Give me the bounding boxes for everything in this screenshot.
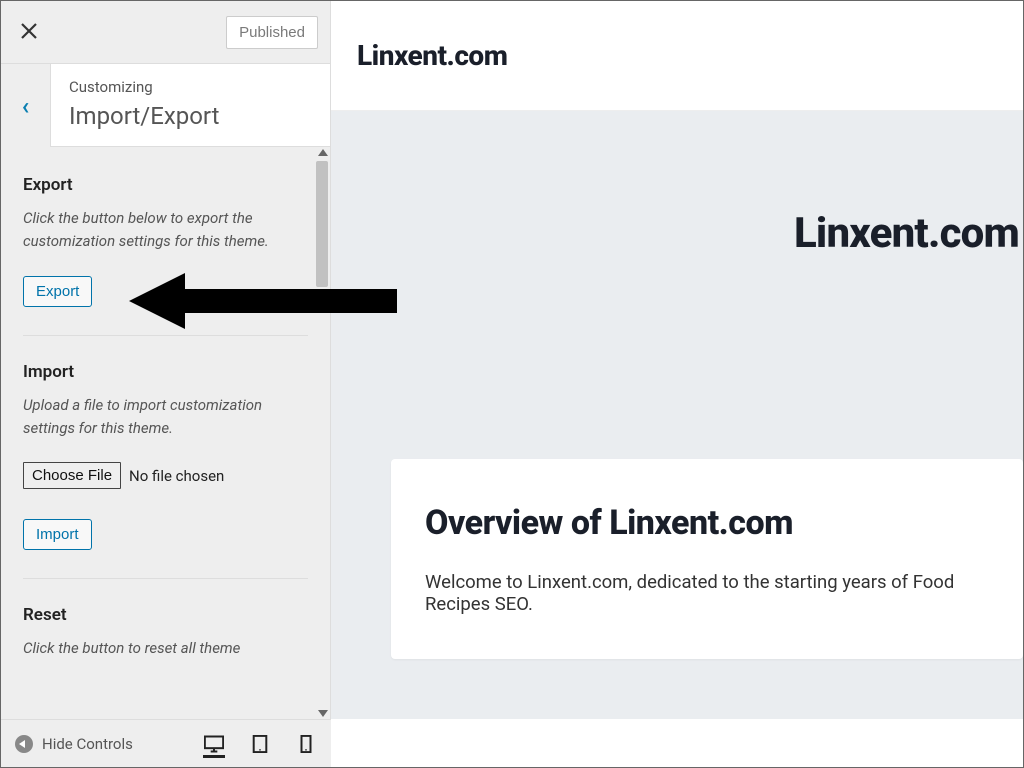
chevron-left-icon: ‹ <box>22 92 30 120</box>
export-button[interactable]: Export <box>23 276 92 307</box>
hide-controls-label: Hide Controls <box>42 735 133 753</box>
import-heading: Import <box>23 362 308 382</box>
no-file-label: No file chosen <box>129 467 224 485</box>
import-description: Upload a file to import customization se… <box>23 394 308 441</box>
scroll-thumb[interactable] <box>316 161 328 287</box>
close-button[interactable] <box>13 14 45 51</box>
published-button[interactable]: Published <box>226 16 318 49</box>
preview-pane: Linxent.com Linxent.com Overview of Linx… <box>331 1 1023 719</box>
card-heading: Overview of Linxent.com <box>425 503 989 543</box>
scrollbar[interactable] <box>316 147 328 719</box>
tablet-preview-button[interactable] <box>249 733 271 755</box>
panel-title: Import/Export <box>69 102 312 130</box>
section-divider <box>23 578 308 579</box>
scroll-up-icon[interactable] <box>318 149 328 156</box>
section-divider <box>23 335 308 336</box>
back-button[interactable]: ‹ <box>1 64 51 147</box>
content-card: Overview of Linxent.com Welcome to Linxe… <box>391 459 1023 659</box>
import-button[interactable]: Import <box>23 519 92 550</box>
customizing-eyebrow: Customizing <box>69 78 312 96</box>
choose-file-button[interactable]: Choose File <box>23 462 121 489</box>
site-title-small: Linxent.com <box>357 39 507 72</box>
reset-description: Click the button to reset all theme <box>23 637 308 660</box>
reset-heading: Reset <box>23 605 308 625</box>
tablet-icon <box>250 735 270 753</box>
mobile-icon <box>296 735 316 753</box>
desktop-icon <box>204 735 224 753</box>
card-body: Welcome to Linxent.com, dedicated to the… <box>425 571 989 615</box>
site-title-large: Linxent.com <box>794 209 1023 258</box>
hide-controls-button[interactable]: Hide Controls <box>15 735 133 753</box>
collapse-icon <box>15 735 33 753</box>
export-description: Click the button below to export the cus… <box>23 207 308 254</box>
mobile-preview-button[interactable] <box>295 733 317 755</box>
export-heading: Export <box>23 175 308 195</box>
close-icon <box>21 23 37 39</box>
desktop-preview-button[interactable] <box>203 736 225 758</box>
scroll-down-icon[interactable] <box>318 710 328 717</box>
